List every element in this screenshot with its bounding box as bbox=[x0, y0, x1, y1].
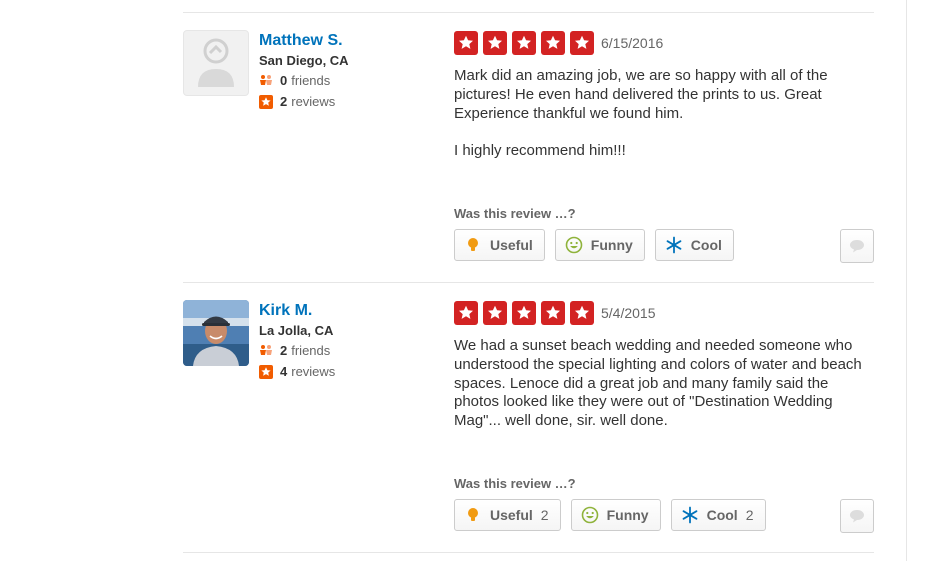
star-icon bbox=[541, 31, 565, 55]
smiley-icon bbox=[581, 506, 598, 524]
lightbulb-icon bbox=[468, 508, 478, 521]
star-rating: 5/4/2015 bbox=[454, 300, 874, 326]
review-text: Mark did an amazing job, we are so happy… bbox=[454, 67, 828, 160]
review-count: 2 reviews bbox=[259, 92, 349, 112]
review-divider bbox=[183, 552, 874, 553]
user-location: La Jolla, CA bbox=[259, 323, 334, 338]
star-icon bbox=[454, 31, 478, 55]
star-icon bbox=[483, 301, 507, 325]
avatar[interactable] bbox=[183, 30, 249, 96]
star-icon bbox=[570, 301, 594, 325]
useful-count: 2 bbox=[540, 507, 549, 523]
avatar[interactable] bbox=[183, 300, 249, 366]
lightbulb-icon bbox=[468, 238, 478, 251]
friend-count: 2 friends bbox=[259, 341, 335, 361]
user-location: San Diego, CA bbox=[259, 53, 349, 68]
cool-button[interactable]: Cool bbox=[654, 229, 734, 261]
review-content: 6/15/2016 Mark did an amazing job, we ar… bbox=[454, 30, 874, 161]
review-divider bbox=[183, 12, 874, 13]
user-photo bbox=[183, 300, 249, 366]
useful-button[interactable]: Useful bbox=[454, 229, 545, 261]
snowflake-icon bbox=[666, 236, 682, 254]
vote-buttons: Useful 2 Funny Cool 2 bbox=[454, 499, 776, 531]
star-icon bbox=[512, 301, 536, 325]
review-divider bbox=[183, 282, 874, 283]
user-passport: Matthew S. San Diego, CA 0 friends 2 rev… bbox=[259, 30, 349, 112]
friend-count: 0 friends bbox=[259, 71, 349, 91]
friends-icon bbox=[260, 75, 272, 85]
useful-button[interactable]: Useful 2 bbox=[454, 499, 561, 531]
default-user-icon bbox=[198, 38, 234, 87]
star-icon bbox=[512, 31, 536, 55]
review-content: 5/4/2015 We had a sunset beach wedding a… bbox=[454, 300, 874, 431]
star-icon bbox=[483, 31, 507, 55]
cool-button[interactable]: Cool 2 bbox=[670, 499, 766, 531]
user-name-link[interactable]: Matthew S. bbox=[259, 31, 349, 51]
speech-bubble-icon bbox=[850, 240, 864, 253]
send-message-button[interactable] bbox=[840, 499, 874, 533]
page-divider-right bbox=[906, 0, 907, 561]
star-icon bbox=[454, 301, 478, 325]
cool-count: 2 bbox=[745, 507, 754, 523]
review-date: 6/15/2016 bbox=[601, 35, 664, 51]
review-text: We had a sunset beach wedding and needed… bbox=[454, 337, 862, 430]
funny-button[interactable]: Funny bbox=[554, 229, 645, 261]
star-icon bbox=[541, 301, 565, 325]
review-item: Matthew S. San Diego, CA 0 friends 2 rev… bbox=[183, 30, 874, 270]
review-count: 4 reviews bbox=[259, 362, 335, 382]
smiley-icon bbox=[565, 236, 583, 254]
user-name-link[interactable]: Kirk M. bbox=[259, 301, 335, 321]
speech-bubble-icon bbox=[850, 510, 864, 523]
vote-prompt: Was this review …? bbox=[454, 206, 576, 221]
snowflake-icon bbox=[682, 506, 697, 524]
star-icon bbox=[570, 31, 594, 55]
funny-button[interactable]: Funny bbox=[570, 499, 661, 531]
vote-buttons: Useful Funny Cool bbox=[454, 229, 744, 261]
review-star-icon bbox=[259, 95, 273, 109]
review-date: 5/4/2015 bbox=[601, 305, 656, 321]
star-rating: 6/15/2016 bbox=[454, 30, 874, 56]
friends-icon bbox=[260, 345, 272, 355]
user-passport: Kirk M. La Jolla, CA 2 friends 4 reviews bbox=[259, 300, 335, 382]
vote-prompt: Was this review …? bbox=[454, 476, 576, 491]
review-star-icon bbox=[259, 365, 273, 379]
review-item: Kirk M. La Jolla, CA 2 friends 4 reviews bbox=[183, 300, 874, 540]
send-message-button[interactable] bbox=[840, 229, 874, 263]
